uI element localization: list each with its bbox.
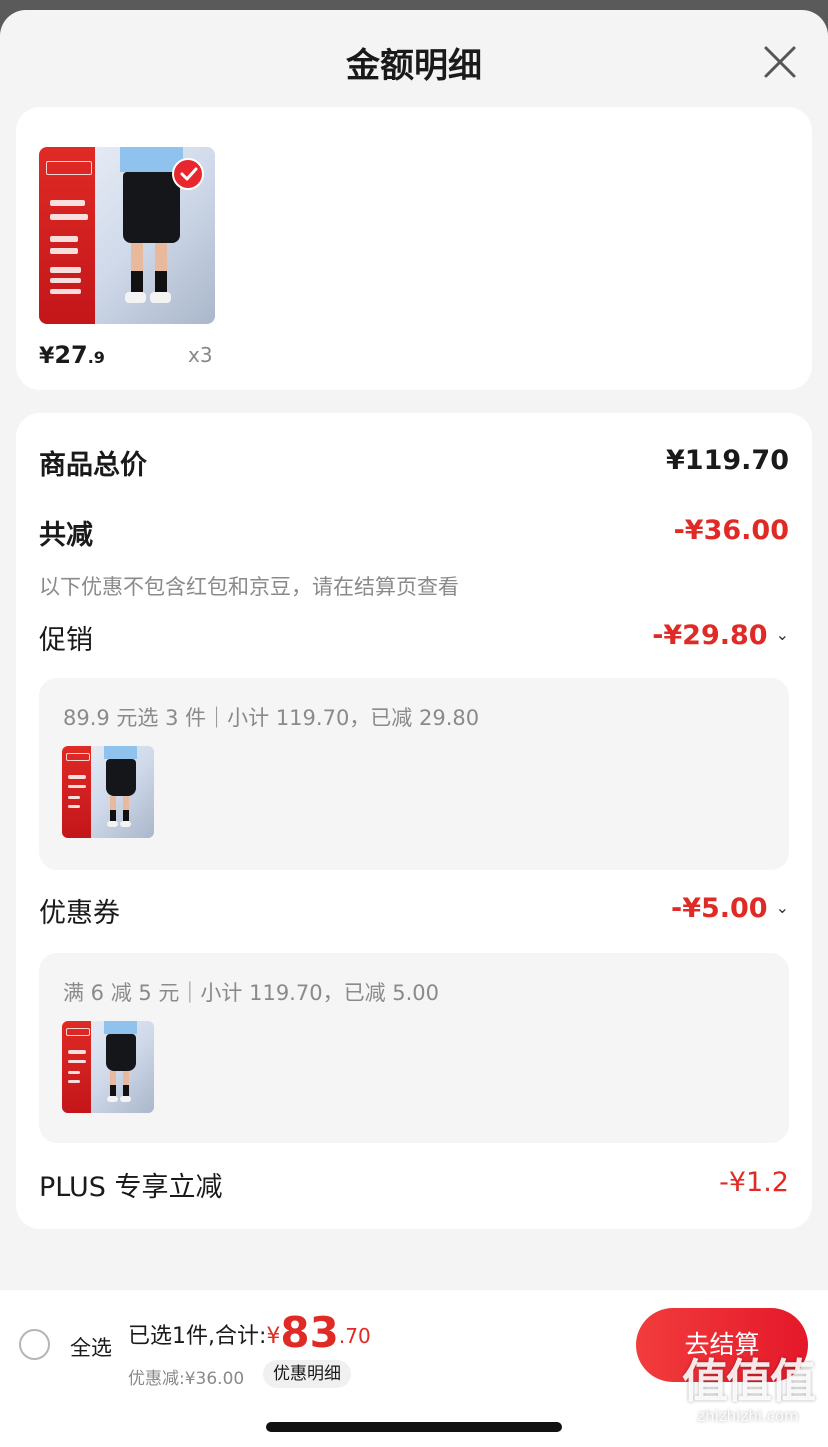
- price-integer: 27: [54, 341, 88, 369]
- coupon-desc: 满 6 减 5 元｜小计 119.70，已减 5.00: [63, 981, 440, 1005]
- promotion-product-thumb[interactable]: [62, 746, 154, 838]
- saved-amount: 优惠减:¥36.00: [128, 1369, 245, 1389]
- goods-total-label: 商品总价: [39, 450, 147, 481]
- coupon-detail-box: 满 6 减 5 元｜小计 119.70，已减 5.00: [39, 953, 789, 1143]
- page-title: 金额明细: [346, 46, 482, 86]
- selected-count-text: 已选1件,合计:: [128, 1324, 267, 1349]
- promotion-value: -¥29.80: [652, 620, 768, 651]
- total-integer: 83: [280, 1308, 339, 1357]
- goods-total-value: ¥119.70: [666, 445, 789, 476]
- price-symbol: ¥: [39, 344, 55, 369]
- check-icon: [180, 167, 198, 181]
- selected-check-badge[interactable]: [172, 158, 204, 190]
- site-watermark: 值值值 zhizhizhi.com: [672, 1355, 824, 1435]
- coupon-product-thumb[interactable]: [62, 1021, 154, 1113]
- product-quantity: x3: [188, 343, 213, 367]
- watermark-logo: 值值值: [682, 1354, 816, 1408]
- order-summary: 已选1件,合计:¥83.70: [128, 1308, 371, 1357]
- plus-discount-label: PLUS 专享立减: [39, 1172, 223, 1203]
- price-details-card: 商品总价 ¥119.70 共减 -¥36.00 以下优惠不包含红包和京豆，请在结…: [16, 413, 812, 1229]
- product-price: ¥27.9: [39, 341, 105, 369]
- coupon-toggle[interactable]: -¥5.00 ⌄: [671, 893, 789, 924]
- amount-detail-sheet: 金额明细 ¥27.9 x3 商品总价 ¥119.70 共减 -¥36.00 以下…: [0, 10, 828, 1447]
- promotion-detail-box: 89.9 元选 3 件｜小计 119.70，已减 29.80: [39, 678, 789, 870]
- sheet-header: 金额明细: [0, 10, 828, 106]
- total-reduction-label: 共减: [39, 520, 93, 551]
- home-indicator: [266, 1422, 562, 1432]
- select-all-label[interactable]: 全选: [70, 1332, 112, 1362]
- total-symbol: ¥: [266, 1324, 281, 1349]
- total-reduction-value: -¥36.00: [673, 515, 789, 546]
- total-decimal: .70: [338, 1324, 371, 1348]
- price-decimal: .9: [87, 348, 105, 367]
- chevron-down-icon: ⌄: [775, 625, 789, 644]
- close-button[interactable]: [758, 40, 802, 84]
- product-card: ¥27.9 x3: [16, 107, 812, 390]
- discount-detail-link[interactable]: 优惠明细: [263, 1360, 351, 1388]
- promotion-label: 促销: [39, 625, 93, 656]
- promotion-toggle[interactable]: -¥29.80 ⌄: [652, 620, 789, 651]
- select-all-radio[interactable]: [19, 1329, 50, 1360]
- discount-note: 以下优惠不包含红包和京豆，请在结算页查看: [39, 575, 459, 599]
- close-icon: [764, 46, 796, 78]
- plus-discount-value: -¥1.2: [719, 1167, 789, 1198]
- chevron-down-icon: ⌄: [775, 898, 789, 917]
- promotion-desc: 89.9 元选 3 件｜小计 119.70，已减 29.80: [63, 706, 480, 730]
- watermark-site: zhizhizhi.com: [697, 1407, 799, 1425]
- coupon-value: -¥5.00: [670, 893, 768, 924]
- coupon-label: 优惠券: [39, 898, 120, 929]
